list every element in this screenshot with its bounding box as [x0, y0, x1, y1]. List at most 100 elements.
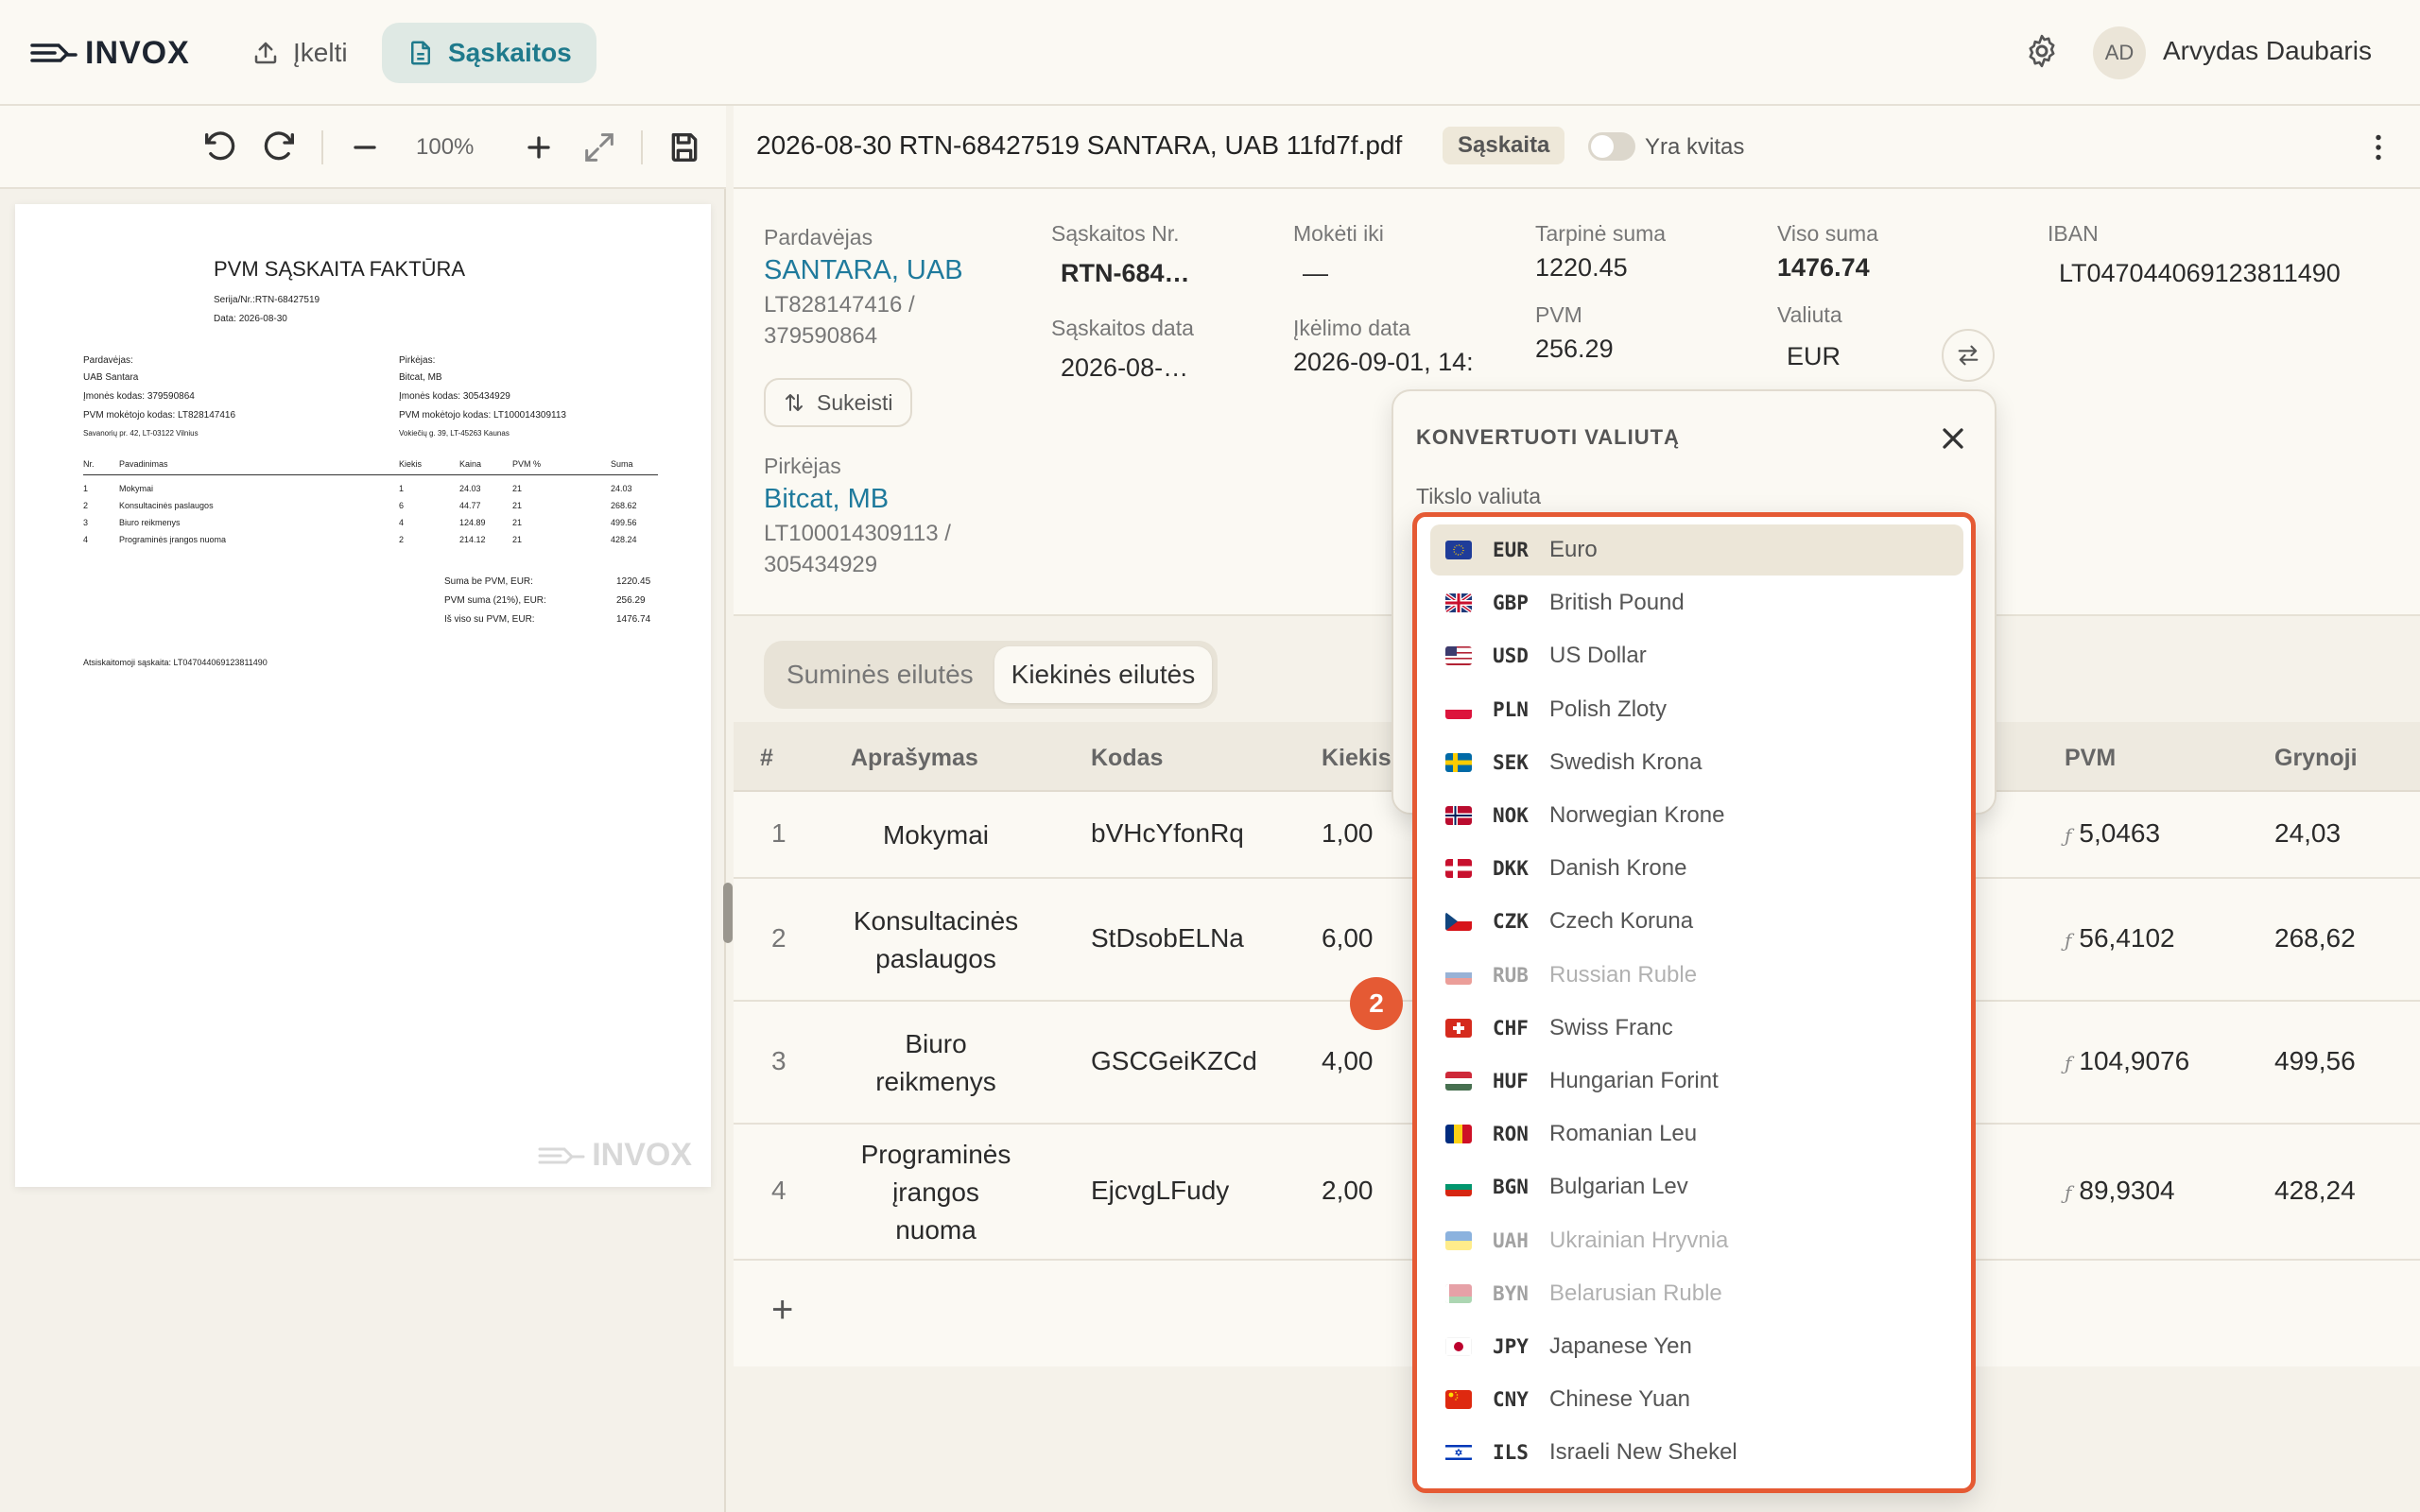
pdf-cell: 24.03: [459, 484, 481, 493]
pdf-cell: 2: [83, 501, 89, 510]
row-net[interactable]: 24,03: [2274, 818, 2341, 849]
row-quantity[interactable]: 1,00: [1322, 818, 1374, 849]
row-quantity[interactable]: 4,00: [1322, 1046, 1374, 1076]
nav-upload-label: Įkelti: [293, 38, 348, 67]
currency-option-nok[interactable]: NOK Norwegian Krone: [1430, 790, 1963, 841]
app-logo[interactable]: INVOX: [30, 34, 190, 72]
document-type-badge[interactable]: Sąskaita: [1443, 127, 1565, 164]
nav-upload[interactable]: Įkelti: [227, 23, 372, 83]
row-description[interactable]: Mokymai: [851, 792, 1021, 879]
invoice-date-field[interactable]: 2026-08-…: [1061, 353, 1188, 383]
vat-label: PVM: [1535, 302, 1582, 327]
currency-option-ils[interactable]: ILS Israeli New Shekel: [1430, 1427, 1963, 1478]
pdf-cell: 3: [83, 518, 89, 527]
total-value[interactable]: 1476.74: [1777, 253, 1870, 283]
convert-currency-button[interactable]: [1942, 329, 1995, 382]
panel-resize-handle[interactable]: [723, 883, 733, 943]
row-net[interactable]: 268,62: [2274, 923, 2356, 954]
pdf-cell: 214.12: [459, 535, 486, 544]
row-code[interactable]: StDsobELNa: [1091, 923, 1244, 954]
swap-parties-button[interactable]: Sukeisti: [764, 378, 912, 427]
fullscreen-icon[interactable]: [580, 129, 618, 166]
row-description[interactable]: Programinės įrangos nuoma: [851, 1125, 1021, 1261]
currency-option-bgn[interactable]: BGN Bulgarian Lev: [1430, 1161, 1963, 1212]
row-code[interactable]: bVHcYfonRq: [1091, 818, 1244, 849]
row-description[interactable]: Biuro reikmenys: [851, 1002, 1021, 1125]
due-date-field[interactable]: —: [1303, 259, 1328, 288]
pdf-cell: 4: [83, 535, 89, 544]
currency-name: Euro: [1549, 537, 1598, 562]
no-flag-icon: [1445, 806, 1472, 825]
currency-option-sek[interactable]: SEK Swedish Krona: [1430, 737, 1963, 788]
upload-date-label: Įkėlimo data: [1293, 316, 1411, 340]
more-options-icon[interactable]: [2361, 130, 2395, 164]
currency-option-jpy[interactable]: JPY Japanese Yen: [1430, 1321, 1963, 1372]
receipt-toggle[interactable]: [1588, 132, 1635, 161]
row-net[interactable]: 428,24: [2274, 1176, 2356, 1206]
currency-option-gbp[interactable]: GBP British Pound: [1430, 577, 1963, 628]
rotate-right-icon[interactable]: [261, 129, 299, 166]
pdf-cell: 44.77: [459, 501, 481, 510]
currency-option-cny[interactable]: CNY Chinese Yuan: [1430, 1374, 1963, 1425]
add-row-button[interactable]: +: [771, 1289, 793, 1332]
settings-gear-icon[interactable]: [2023, 32, 2061, 70]
currency-option-eur[interactable]: EUR Euro: [1430, 524, 1963, 576]
currency-option-czk[interactable]: CZK Czech Koruna: [1430, 896, 1963, 947]
nav-invoices[interactable]: Sąskaitos: [382, 23, 596, 83]
currency-code: CHF: [1493, 1016, 1529, 1040]
row-net[interactable]: 499,56: [2274, 1046, 2356, 1076]
pdf-seller-address: Savanorių pr. 42, LT-03122 Vilnius: [83, 429, 199, 438]
row-description[interactable]: Konsultacinės paslaugos: [851, 879, 1021, 1002]
close-icon[interactable]: [1936, 421, 1970, 455]
zoom-in-icon[interactable]: [520, 129, 558, 166]
pdf-cell: 428.24: [611, 535, 637, 544]
vat-value[interactable]: 256.29: [1535, 335, 1614, 364]
iban-field[interactable]: LT047044069123811490: [2059, 259, 2341, 288]
currency-option-dkk[interactable]: DKK Danish Krone: [1430, 843, 1963, 894]
currency-code: BYN: [1493, 1281, 1529, 1305]
seller-name-link[interactable]: SANTARA, UAB: [764, 255, 963, 286]
row-vat[interactable]: ƒ 56,4102: [2065, 923, 2175, 954]
row-code[interactable]: EjcvgLFudy: [1091, 1176, 1229, 1206]
pdf-viewer-panel: 100% PVM SĄSKAITA FAKTŪRA Serija/Nr.:RTN…: [0, 106, 733, 1512]
cn-flag-icon: [1445, 1390, 1472, 1410]
tab-sum-lines[interactable]: Suminės eilutės: [769, 646, 991, 703]
currency-option-ron[interactable]: RON Romanian Leu: [1430, 1108, 1963, 1160]
pdf-cell: Konsultacinės paslaugos: [119, 501, 214, 510]
app-name: INVOX: [85, 34, 190, 71]
buyer-name-link[interactable]: Bitcat, MB: [764, 484, 889, 515]
currency-option-usd[interactable]: USD US Dollar: [1430, 630, 1963, 681]
subtotal-value[interactable]: 1220.45: [1535, 253, 1628, 283]
invoice-number-field[interactable]: RTN-684…: [1061, 259, 1190, 288]
currency-option-pln[interactable]: PLN Polish Zloty: [1430, 684, 1963, 735]
currency-name: Danish Krone: [1549, 855, 1687, 882]
pdf-buyer-vat: PVM mokėtojo kodas: LT100014309113: [399, 410, 566, 421]
formula-icon: ƒ: [2065, 929, 2072, 952]
row-quantity[interactable]: 2,00: [1322, 1176, 1374, 1206]
row-vat[interactable]: ƒ 89,9304: [2065, 1176, 2175, 1206]
currency-option-huf[interactable]: HUF Hungarian Forint: [1430, 1056, 1963, 1107]
save-icon[interactable]: [666, 129, 703, 166]
jp-flag-icon: [1445, 1337, 1472, 1356]
currency-code: CNY: [1493, 1388, 1529, 1412]
pdf-cell: 1: [399, 484, 405, 493]
row-quantity[interactable]: 6,00: [1322, 923, 1374, 954]
currency-option-chf[interactable]: CHF Swiss Franc: [1430, 1003, 1963, 1054]
row-vat[interactable]: ƒ 5,0463: [2065, 818, 2160, 849]
by-flag-icon: [1445, 1283, 1472, 1303]
currency-code: USD: [1493, 644, 1529, 668]
col-number: #: [760, 745, 773, 771]
avatar[interactable]: AD: [2093, 26, 2146, 79]
row-number: 4: [771, 1176, 786, 1205]
pdf-table-rule: [83, 474, 658, 475]
pdf-seller-name: UAB Santara: [83, 372, 139, 383]
currency-code: EUR: [1493, 539, 1529, 561]
rotate-left-icon[interactable]: [200, 129, 238, 166]
row-code[interactable]: GSCGeiKZCd: [1091, 1046, 1257, 1076]
tab-quantity-lines[interactable]: Kiekinės eilutės: [994, 646, 1213, 703]
zoom-out-icon[interactable]: [346, 129, 384, 166]
row-vat[interactable]: ƒ 104,9076: [2065, 1046, 2189, 1076]
user-name[interactable]: Arvydas Daubaris: [2163, 36, 2372, 66]
currency-value[interactable]: EUR: [1787, 342, 1841, 371]
pdf-col-header: Kaina: [459, 459, 482, 469]
